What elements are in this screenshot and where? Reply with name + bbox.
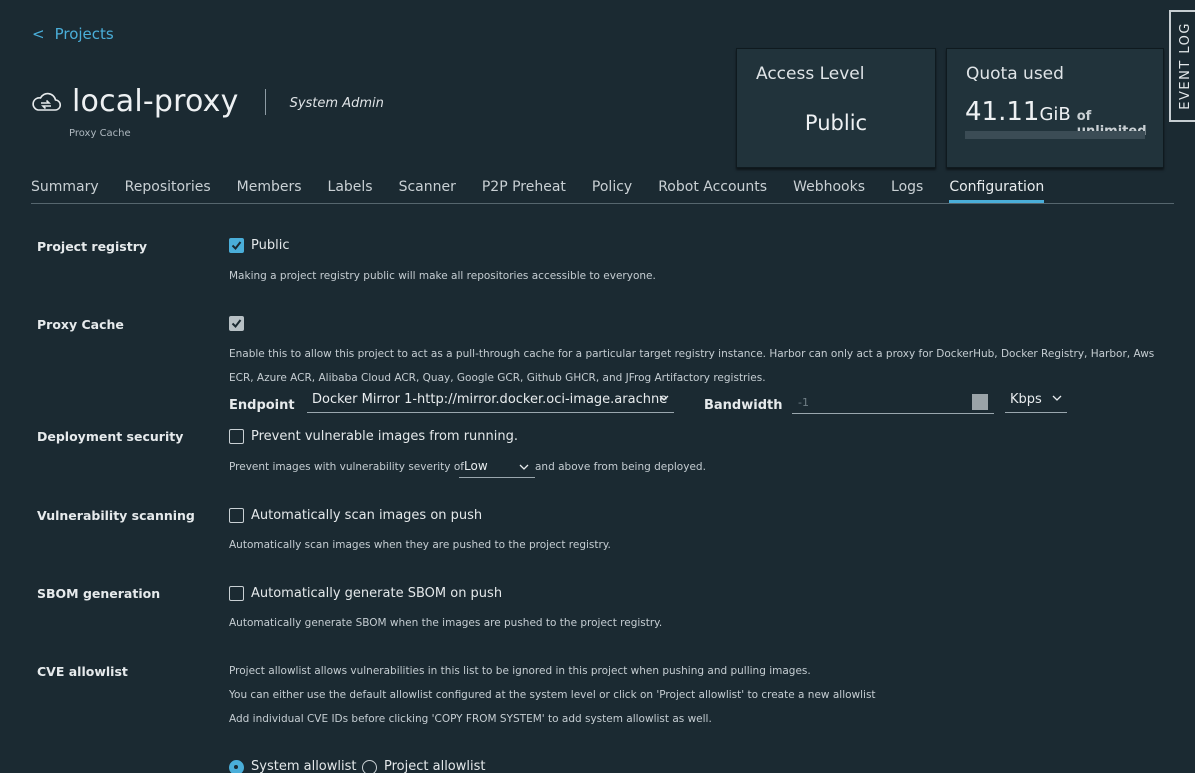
auto-sbom-checkbox[interactable] (229, 586, 244, 601)
breadcrumb-projects-link[interactable]: Projects (55, 25, 114, 43)
chevron-down-icon (519, 461, 529, 475)
prevent-vulnerable-label: Prevent vulnerable images from running. (251, 429, 518, 444)
severity-value: Low (464, 459, 488, 473)
quota-title: Quota used (966, 64, 1064, 84)
tab-summary[interactable]: Summary (31, 172, 99, 203)
proxy-cache-help-line-1: Enable this to allow this project to act… (229, 348, 1155, 360)
access-level-value: Public (804, 111, 868, 135)
severity-help-prefix: Prevent images with vulnerability severi… (229, 461, 464, 473)
auto-sbom-help: Automatically generate SBOM when the ima… (229, 617, 663, 629)
tab-configuration[interactable]: Configuration (949, 172, 1045, 203)
system-allowlist-radio[interactable] (229, 760, 244, 773)
access-level-card: Access Level Public (736, 48, 936, 168)
chevron-down-icon (1052, 393, 1062, 403)
project-header: local-proxy System Admin (30, 84, 384, 119)
proxy-cache-checkbox (229, 316, 244, 331)
proxy-cache-help-line-2: ECR, Azure ACR, Alibaba Cloud ACR, Quay,… (229, 372, 766, 384)
auto-sbom-label: Automatically generate SBOM on push (251, 586, 503, 601)
project-configuration-page: < Projects local-proxy System Admin Prox… (0, 0, 1195, 773)
auto-scan-help: Automatically scan images when they are … (229, 539, 611, 551)
tab-policy[interactable]: Policy (592, 172, 632, 203)
severity-help-suffix: and above from being deployed. (535, 461, 706, 473)
severity-select[interactable]: Low (459, 458, 535, 478)
bandwidth-label: Bandwidth (704, 398, 783, 413)
endpoint-select[interactable]: Docker Mirror 1-http://mirror.docker.oci… (307, 392, 674, 413)
project-registry-help: Making a project registry public will ma… (229, 270, 656, 282)
sbom-generation-label: SBOM generation (37, 586, 161, 601)
quota-unit: GiB (1039, 104, 1071, 125)
system-allowlist-label: System allowlist (251, 759, 357, 773)
cloud-sync-icon (32, 92, 62, 111)
endpoint-value: Docker Mirror 1-http://mirror.docker.oci… (312, 392, 668, 407)
quota-amount: 41.11 (965, 97, 1040, 127)
project-registry-label: Project registry (37, 239, 148, 254)
bandwidth-unit-select[interactable]: Kbps (1005, 392, 1067, 413)
check-icon (231, 319, 242, 329)
quota-progress-bar (965, 131, 1145, 139)
bandwidth-placeholder: -1 (798, 396, 809, 409)
public-checkbox-label: Public (251, 238, 290, 253)
chevron-left-icon: < (32, 25, 45, 43)
project-title: local-proxy (72, 84, 239, 119)
tab-webhooks[interactable]: Webhooks (793, 172, 865, 203)
tab-logs[interactable]: Logs (891, 172, 923, 203)
quota-card: Quota used 41.11 GiB of unlimited (946, 48, 1164, 168)
tab-p2p-preheat[interactable]: P2P Preheat (482, 172, 566, 203)
tab-members[interactable]: Members (237, 172, 302, 203)
public-checkbox[interactable] (229, 238, 244, 253)
role-label: System Admin (289, 96, 384, 111)
title-divider (264, 88, 266, 115)
cve-help-line-2: You can either use the default allowlist… (229, 689, 876, 701)
project-type-label: Proxy Cache (69, 128, 131, 139)
auto-scan-label: Automatically scan images on push (251, 508, 483, 523)
project-allowlist-radio[interactable] (362, 760, 377, 773)
event-log-tab[interactable]: EVENT LOG (1169, 10, 1195, 122)
cve-allowlist-label: CVE allowlist (37, 664, 128, 679)
cve-help-line-3: Add individual CVE IDs before clicking '… (229, 713, 712, 725)
project-allowlist-label: Project allowlist (384, 759, 486, 773)
proxy-cache-label: Proxy Cache (37, 317, 124, 332)
deployment-security-label: Deployment security (37, 429, 184, 444)
bandwidth-unit-value: Kbps (1010, 392, 1042, 407)
cve-help-line-1: Project allowlist allows vulnerabilities… (229, 665, 811, 677)
breadcrumb[interactable]: < Projects (32, 25, 114, 43)
tab-repositories[interactable]: Repositories (125, 172, 211, 203)
check-icon (231, 241, 242, 251)
bandwidth-stepper[interactable] (972, 394, 988, 410)
auto-scan-checkbox[interactable] (229, 508, 244, 523)
tab-robot-accounts[interactable]: Robot Accounts (658, 172, 767, 203)
tab-scanner[interactable]: Scanner (399, 172, 456, 203)
chevron-down-icon (659, 393, 669, 403)
prevent-vulnerable-checkbox[interactable] (229, 429, 244, 444)
tab-labels[interactable]: Labels (328, 172, 373, 203)
endpoint-label: Endpoint (229, 398, 295, 413)
vulnerability-scanning-label: Vulnerability scanning (37, 508, 195, 523)
access-level-title: Access Level (756, 64, 865, 84)
event-log-label: EVENT LOG (1177, 22, 1193, 110)
project-tabs: Summary Repositories Members Labels Scanner P… (31, 172, 1174, 204)
bandwidth-input[interactable]: -1 (792, 393, 994, 414)
